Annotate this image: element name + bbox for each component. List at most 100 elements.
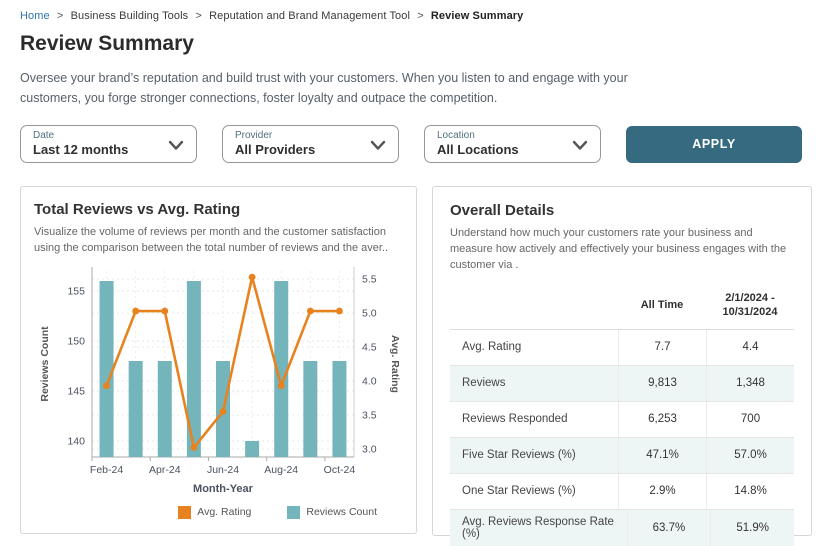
- x-axis-tick-label: Oct-24: [324, 464, 356, 476]
- legend-label: Reviews Count: [306, 506, 377, 518]
- chart-card-subtitle: Visualize the volume of reviews per mont…: [34, 225, 403, 257]
- all-time-value: 6,253: [618, 402, 706, 437]
- provider-dropdown-label: Provider: [235, 130, 368, 142]
- x-axis-tick-label: Jun-24: [207, 464, 239, 476]
- period-value: 51.9%: [710, 510, 794, 546]
- avg-rating-point: [190, 444, 197, 451]
- legend-item[interactable]: Reviews Count: [287, 506, 377, 519]
- chevron-down-icon: [370, 137, 386, 153]
- date-dropdown-value: Last 12 months: [33, 142, 166, 158]
- chart-card-title: Total Reviews vs Avg. Rating: [34, 201, 403, 218]
- reviews-count-bar: [332, 361, 346, 457]
- overall-details-table: All Time 2/1/2024 - 10/31/2024 Avg. Rati…: [450, 282, 794, 546]
- date-dropdown[interactable]: Date Last 12 months: [20, 125, 197, 163]
- right-axis-tick-label: 3.0: [362, 443, 377, 455]
- breadcrumb-current: Review Summary: [431, 10, 524, 22]
- metric-label: One Star Reviews (%): [450, 485, 618, 497]
- right-axis-tick-label: 3.5: [362, 409, 377, 421]
- right-axis-tick-label: 5.0: [362, 307, 377, 319]
- location-dropdown-label: Location: [437, 130, 570, 142]
- date-dropdown-label: Date: [33, 130, 166, 142]
- details-card-subtitle: Understand how much your customers rate …: [450, 226, 794, 274]
- provider-dropdown[interactable]: Provider All Providers: [222, 125, 399, 163]
- avg-rating-point: [132, 308, 139, 315]
- avg-rating-point: [103, 382, 110, 389]
- chevron-down-icon: [572, 137, 588, 153]
- breadcrumb-home[interactable]: Home: [20, 10, 50, 22]
- breadcrumb: Home > Business Building Tools > Reputat…: [20, 10, 812, 22]
- all-time-value: 2.9%: [618, 474, 706, 509]
- review-summary-page: Home > Business Building Tools > Reputat…: [0, 0, 823, 536]
- content-cards: Total Reviews vs Avg. Rating Visualize t…: [20, 186, 812, 536]
- details-header-all-time: All Time: [618, 298, 706, 312]
- right-axis-tick-label: 4.5: [362, 341, 377, 353]
- all-time-value: 7.7: [618, 330, 706, 365]
- details-table-body: Avg. Rating7.74.4Reviews9,8131,348Review…: [450, 330, 794, 546]
- details-row: Five Star Reviews (%)47.1%57.0%: [450, 438, 794, 474]
- x-axis-title: Month-Year: [193, 483, 254, 495]
- x-axis-tick-label: Feb-24: [90, 464, 123, 476]
- details-header-period: 2/1/2024 - 10/31/2024: [706, 291, 794, 320]
- location-dropdown[interactable]: Location All Locations: [424, 125, 601, 163]
- total-reviews-vs-avg-rating-card: Total Reviews vs Avg. Rating Visualize t…: [20, 186, 417, 534]
- avg-rating-point: [220, 408, 227, 415]
- breadcrumb-business-building-tools[interactable]: Business Building Tools: [71, 10, 189, 22]
- reviews-count-bar: [129, 361, 143, 457]
- provider-dropdown-value: All Providers: [235, 142, 368, 158]
- period-value: 14.8%: [706, 474, 794, 509]
- details-row: Avg. Reviews Response Rate (%)63.7%51.9%: [450, 510, 794, 546]
- reviews-vs-rating-chart: 140 145 150 155 3.0 3.5 4.0 4.5 5.0 5.5 Feb-24 Apr-…: [34, 261, 403, 499]
- details-row: Reviews9,8131,348: [450, 366, 794, 402]
- metric-label: Avg. Rating: [450, 341, 618, 353]
- breadcrumb-reputation-tool[interactable]: Reputation and Brand Management Tool: [209, 10, 410, 22]
- details-table-header: All Time 2/1/2024 - 10/31/2024: [450, 282, 794, 330]
- apply-button[interactable]: APPLY: [626, 126, 802, 163]
- avg-rating-point: [249, 274, 256, 281]
- legend-swatch-icon: [287, 506, 300, 519]
- chart-area: 140 145 150 155 3.0 3.5 4.0 4.5 5.0 5.5 Feb-24 Apr-…: [34, 261, 403, 504]
- metric-label: Reviews Responded: [450, 413, 618, 425]
- breadcrumb-separator: >: [57, 10, 64, 22]
- left-axis-tick-label: 140: [67, 435, 85, 447]
- breadcrumb-separator: >: [195, 10, 202, 22]
- all-time-value: 63.7%: [627, 510, 711, 546]
- chart-legend: Avg. Rating Reviews Count: [34, 506, 403, 519]
- details-card-title: Overall Details: [450, 202, 794, 219]
- filter-bar: Date Last 12 months Provider All Provide…: [20, 125, 812, 163]
- chevron-down-icon: [168, 137, 184, 153]
- location-dropdown-value: All Locations: [437, 142, 570, 158]
- metric-label: Avg. Reviews Response Rate (%): [450, 516, 627, 540]
- overall-details-card: Overall Details Understand how much your…: [432, 186, 812, 536]
- reviews-count-bar: [158, 361, 172, 457]
- right-axis-title: Avg. Rating: [389, 335, 401, 393]
- avg-rating-point: [307, 308, 314, 315]
- details-row: Reviews Responded6,253700: [450, 402, 794, 438]
- legend-swatch-icon: [178, 506, 191, 519]
- metric-label: Reviews: [450, 377, 618, 389]
- avg-rating-point: [278, 382, 285, 389]
- reviews-count-bar: [303, 361, 317, 457]
- legend-item[interactable]: Avg. Rating: [178, 506, 251, 519]
- avg-rating-point: [336, 308, 343, 315]
- left-axis-tick-label: 145: [67, 385, 85, 397]
- metric-label: Five Star Reviews (%): [450, 449, 618, 461]
- avg-rating-point: [161, 308, 168, 315]
- page-title: Review Summary: [20, 32, 812, 56]
- left-axis-tick-label: 155: [67, 285, 85, 297]
- left-axis-tick-label: 150: [67, 335, 85, 347]
- x-axis-tick-label: Apr-24: [149, 464, 181, 476]
- breadcrumb-separator: >: [417, 10, 424, 22]
- reviews-count-bar: [100, 281, 114, 457]
- left-axis-title: Reviews Count: [39, 326, 51, 402]
- period-value: 700: [706, 402, 794, 437]
- period-value: 1,348: [706, 366, 794, 401]
- legend-label: Avg. Rating: [197, 506, 251, 518]
- right-axis-tick-label: 4.0: [362, 375, 377, 387]
- all-time-value: 47.1%: [618, 438, 706, 473]
- period-value: 57.0%: [706, 438, 794, 473]
- reviews-count-bar: [245, 441, 259, 457]
- details-row: Avg. Rating7.74.4: [450, 330, 794, 366]
- details-row: One Star Reviews (%)2.9%14.8%: [450, 474, 794, 510]
- x-axis-tick-label: Aug-24: [264, 464, 298, 476]
- right-axis-tick-label: 5.5: [362, 274, 377, 286]
